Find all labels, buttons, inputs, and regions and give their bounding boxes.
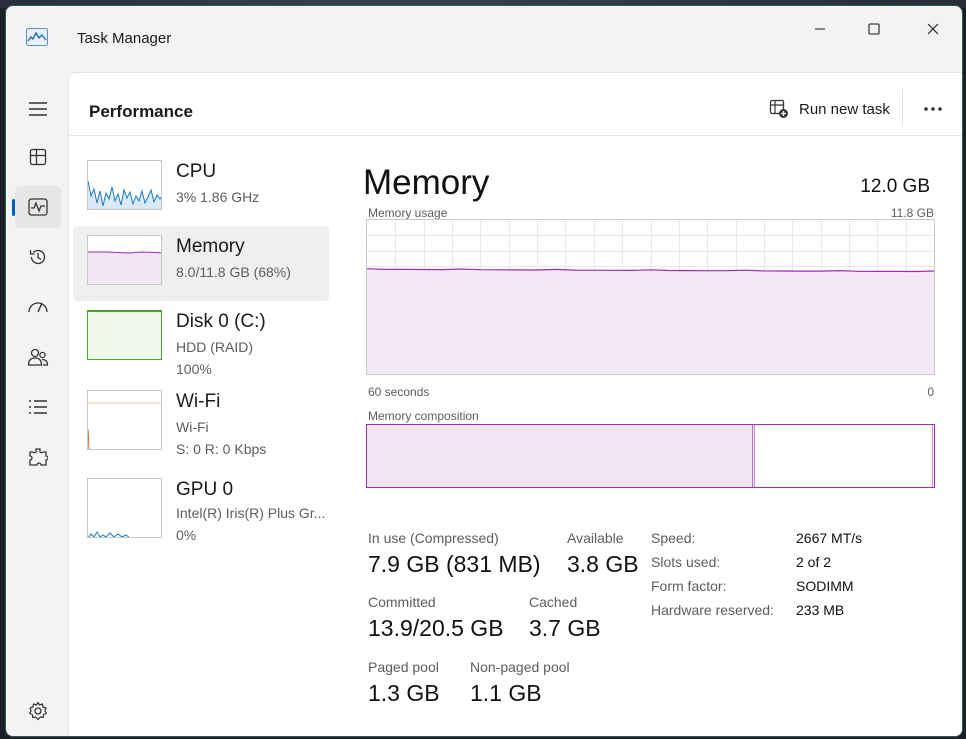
header-divider xyxy=(902,89,903,125)
app-title: Task Manager xyxy=(77,30,172,47)
speed-label: Speed: xyxy=(651,530,696,546)
paged-pool-value: 1.3 GB xyxy=(368,680,440,706)
composition-available xyxy=(755,425,932,487)
device-subtitle-secondary: 100% xyxy=(176,361,212,377)
memory-usage-max: 11.8 GB xyxy=(890,206,934,220)
maximize-button[interactable] xyxy=(851,14,897,44)
page-title: Performance xyxy=(89,102,193,121)
close-icon xyxy=(927,23,939,35)
memory-heading: Memory xyxy=(363,163,490,202)
run-new-task-label: Run new task xyxy=(799,100,890,118)
memory-composition-label: Memory composition xyxy=(368,409,479,423)
device-list: CPU 3% 1.86 GHz Memory 8.0/11.8 GB (68%) xyxy=(73,151,329,565)
committed-value: 13.9/20.5 GB xyxy=(368,615,504,641)
memory-usage-label: Memory usage xyxy=(368,206,448,220)
rail-item-app-history[interactable] xyxy=(15,236,61,278)
device-subtitle: 3% 1.86 GHz xyxy=(176,189,260,205)
device-item-wifi[interactable]: Wi-Fi Wi-Fi S: 0 R: 0 Kbps xyxy=(73,389,329,477)
services-icon xyxy=(29,448,48,466)
composition-in-use xyxy=(367,425,753,487)
minimize-button[interactable] xyxy=(797,14,843,44)
hamburger-menu-icon xyxy=(29,102,47,116)
device-subtitle: HDD (RAID) xyxy=(176,339,253,355)
more-options-icon xyxy=(924,107,942,111)
memory-detail-pane: Memory 12.0 GB Memory usage 11.8 GB 60 s… xyxy=(359,151,939,731)
device-item-memory[interactable]: Memory 8.0/11.8 GB (68%) xyxy=(73,226,329,301)
maximize-icon xyxy=(868,23,880,35)
available-label: Available xyxy=(567,530,624,546)
run-new-task-icon xyxy=(769,99,788,118)
form-factor-value: SODIMM xyxy=(796,578,854,594)
cached-value: 3.7 GB xyxy=(529,615,601,641)
device-item-gpu[interactable]: GPU 0 Intel(R) Iris(R) Plus Gr... 0% xyxy=(73,477,329,565)
rail-item-startup-apps[interactable] xyxy=(15,286,61,328)
hardware-reserved-value: 233 MB xyxy=(796,602,845,618)
rail-item-settings[interactable] xyxy=(15,690,61,732)
device-subtitle: 8.0/11.8 GB (68%) xyxy=(176,264,291,280)
navigation-rail xyxy=(6,72,68,736)
main-panel: Performance Run new task CPU 3% 1.86 GHz… xyxy=(68,72,962,736)
slots-used-label: Slots used: xyxy=(651,554,721,570)
slots-used-value: 2 of 2 xyxy=(796,554,832,570)
available-value: 3.8 GB xyxy=(567,551,639,577)
graph-time-start: 60 seconds xyxy=(368,385,430,399)
gpu-thumbnail-graph xyxy=(87,478,162,538)
cached-label: Cached xyxy=(529,594,578,610)
committed-label: Committed xyxy=(368,594,436,610)
cpu-thumbnail-graph xyxy=(87,160,162,210)
non-paged-pool-label: Non-paged pool xyxy=(470,659,570,675)
disk-thumbnail-graph xyxy=(87,310,162,360)
close-button[interactable] xyxy=(910,14,956,44)
device-name: CPU xyxy=(176,161,217,182)
rail-item-performance[interactable] xyxy=(12,186,61,228)
task-manager-app-icon xyxy=(26,28,48,46)
memory-usage-graph xyxy=(366,219,935,375)
rail-item-processes[interactable] xyxy=(15,136,61,178)
task-manager-window: Task Manager Performance Run new task CP… xyxy=(5,5,963,737)
device-item-cpu[interactable]: CPU 3% 1.86 GHz xyxy=(73,151,329,226)
memory-thumbnail-graph xyxy=(87,235,162,285)
memory-composition-bar xyxy=(366,424,935,488)
speed-value: 2667 MT/s xyxy=(796,530,863,546)
details-icon xyxy=(29,400,47,414)
paged-pool-label: Paged pool xyxy=(368,659,439,675)
run-new-task-button[interactable]: Run new task xyxy=(759,91,900,127)
rail-item-services[interactable] xyxy=(15,436,61,478)
page-header: Performance Run new task xyxy=(69,73,962,136)
minimize-icon xyxy=(815,28,825,30)
form-factor-label: Form factor: xyxy=(651,578,727,594)
device-subtitle: Intel(R) Iris(R) Plus Gr... xyxy=(176,505,326,521)
navigation-menu-button[interactable] xyxy=(15,88,61,130)
device-name: Memory xyxy=(176,236,245,257)
graph-time-end: 0 xyxy=(927,385,934,399)
rail-item-users[interactable] xyxy=(15,336,61,378)
in-use-label: In use (Compressed) xyxy=(368,530,499,546)
startup-apps-icon xyxy=(28,302,48,313)
device-subtitle: Wi-Fi xyxy=(176,419,209,435)
wifi-thumbnail-graph xyxy=(87,390,162,450)
app-history-icon xyxy=(29,249,46,265)
non-paged-pool-value: 1.1 GB xyxy=(470,680,542,706)
rail-item-details[interactable] xyxy=(15,386,61,428)
hardware-reserved-label: Hardware reserved: xyxy=(651,602,774,618)
settings-icon xyxy=(28,701,48,721)
device-subtitle-secondary: 0% xyxy=(176,527,197,543)
device-item-disk[interactable]: Disk 0 (C:) HDD (RAID) 100% xyxy=(73,301,329,389)
device-name: Wi-Fi xyxy=(176,391,221,412)
performance-icon xyxy=(28,198,48,216)
composition-free xyxy=(932,425,934,487)
device-name: GPU 0 xyxy=(176,479,234,500)
users-icon xyxy=(27,348,49,366)
processes-icon xyxy=(29,148,47,166)
memory-total: 12.0 GB xyxy=(860,176,930,197)
device-subtitle-secondary: S: 0 R: 0 Kbps xyxy=(176,441,267,457)
title-bar[interactable]: Task Manager xyxy=(6,6,962,72)
in-use-value: 7.9 GB (831 MB) xyxy=(368,551,541,577)
more-options-button[interactable] xyxy=(915,91,951,127)
device-name: Disk 0 (C:) xyxy=(176,311,266,332)
